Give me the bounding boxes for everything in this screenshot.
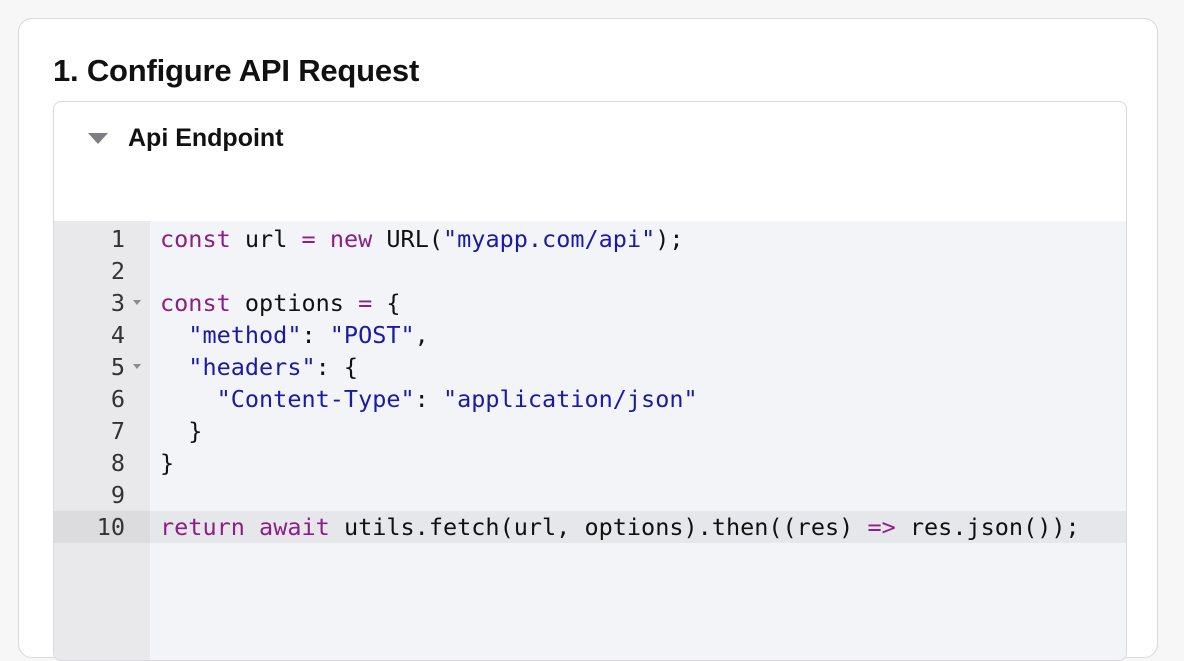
code-text: const url = new URL("myapp.com/api");	[160, 223, 684, 255]
triangle-down-icon[interactable]	[88, 132, 108, 144]
code-token: {	[372, 289, 401, 317]
code-token: :	[414, 385, 443, 413]
code-text: "method": "POST",	[160, 319, 429, 351]
code-token: const	[160, 225, 231, 253]
code-line[interactable]: 7 }	[54, 415, 1126, 447]
code-line[interactable]: 8}	[54, 447, 1126, 479]
line-number: 1	[110, 225, 125, 253]
code-token: "Content-Type"	[216, 385, 415, 413]
code-token: =>	[867, 513, 896, 541]
code-text: "headers": {	[160, 351, 358, 383]
code-token: await	[259, 513, 330, 541]
code-token: );	[655, 225, 684, 253]
code-text: }	[160, 447, 174, 479]
code-line[interactable]: 6 "Content-Type": "application/json"	[54, 383, 1126, 415]
section-title: 1. Configure API Request	[53, 53, 420, 88]
code-line[interactable]: 5 "headers": {	[54, 351, 1126, 383]
code-token: : {	[315, 353, 359, 381]
fold-arrow-icon[interactable]	[133, 364, 141, 369]
code-token: return	[160, 513, 245, 541]
fold-arrow-icon[interactable]	[133, 300, 141, 305]
code-token: "application/json"	[442, 385, 698, 413]
code-token: new	[329, 225, 373, 253]
code-token: =	[358, 289, 373, 317]
api-endpoint-panel: Api Endpoint 1 const url = new URL("myapp…	[53, 101, 1127, 661]
code-token: URL(	[372, 225, 444, 253]
code-line[interactable]: 1 const url = new URL("myapp.com/api");	[54, 223, 1126, 255]
code-line[interactable]: 3 const options = {	[54, 287, 1126, 319]
configure-api-request-card: 1. Configure API Request Api Endpoint 1 c…	[18, 18, 1158, 661]
code-token: const	[160, 289, 231, 317]
line-number: 5	[110, 353, 125, 381]
code-token: "POST"	[329, 321, 415, 349]
line-number-cell: 7	[54, 415, 150, 447]
line-number-cell: 8	[54, 447, 150, 479]
line-number: 4	[110, 321, 125, 349]
code-token: :	[301, 321, 330, 349]
code-token: }	[160, 449, 175, 477]
line-number: 7	[110, 417, 125, 445]
code-text: const options = {	[160, 287, 401, 319]
line-number: 9	[110, 481, 125, 509]
line-number: 2	[110, 257, 125, 285]
api-endpoint-panel-toggle[interactable]: Api Endpoint	[88, 122, 284, 154]
line-number: 10	[96, 513, 125, 541]
code-line[interactable]: 9	[54, 479, 1126, 511]
code-token: utils.fetch(url, options).then((res)	[329, 513, 868, 541]
line-number-cell: 1	[54, 223, 150, 255]
code-line[interactable]: 2	[54, 255, 1126, 287]
code-token: ,	[414, 321, 429, 349]
code-text: }	[160, 415, 202, 447]
code-token: =	[301, 225, 316, 253]
code-token: options	[230, 289, 359, 317]
line-number: 6	[110, 385, 125, 413]
line-number-cell: 5	[54, 351, 150, 383]
code-text: return await utils.fetch(url, options).t…	[160, 511, 1080, 543]
line-number: 3	[110, 289, 125, 317]
code-token: }	[160, 417, 203, 445]
line-number-cell: 2	[54, 255, 150, 287]
code-token: "headers"	[188, 353, 316, 381]
code-line[interactable]: 4 "method": "POST",	[54, 319, 1126, 351]
code-token: url	[230, 225, 302, 253]
line-number-cell: 6	[54, 383, 150, 415]
code-token: "myapp.com/api"	[443, 225, 656, 253]
line-number-cell: 3	[54, 287, 150, 319]
code-line[interactable]: 10 return await utils.fetch(url, options)…	[54, 511, 1126, 543]
line-number: 8	[110, 449, 125, 477]
code-editor[interactable]: 1 const url = new URL("myapp.com/api"); 2 3…	[54, 221, 1126, 660]
code-token: "method"	[188, 321, 302, 349]
line-number-cell: 4	[54, 319, 150, 351]
code-text: "Content-Type": "application/json"	[160, 383, 698, 415]
panel-title: Api Endpoint	[128, 123, 284, 152]
line-number-cell: 9	[54, 479, 150, 511]
line-number-cell: 10	[54, 511, 150, 543]
code-token: res.json());	[895, 513, 1080, 541]
